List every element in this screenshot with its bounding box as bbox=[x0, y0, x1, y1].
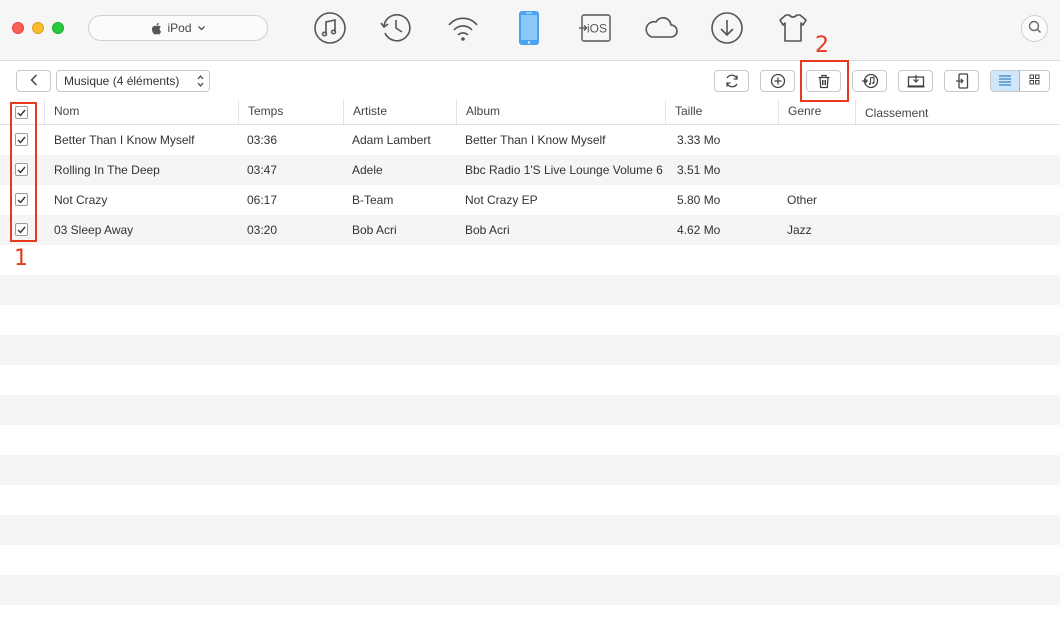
column-header-rank[interactable]: Classement bbox=[855, 100, 1060, 125]
refresh-button[interactable] bbox=[714, 70, 749, 92]
to-computer-icon bbox=[907, 74, 925, 88]
music-note-icon[interactable] bbox=[312, 10, 348, 46]
cell-time: 03:20 bbox=[247, 223, 278, 237]
column-header-size[interactable]: Taille bbox=[665, 100, 778, 125]
empty-row bbox=[0, 305, 1060, 335]
column-header-genre[interactable]: Genre bbox=[778, 100, 855, 125]
annotation-box-checkboxes bbox=[10, 102, 37, 242]
cell-genre: Other bbox=[787, 193, 818, 207]
up-down-arrows-icon bbox=[197, 74, 204, 91]
zoom-window-button[interactable] bbox=[52, 22, 64, 34]
empty-row bbox=[0, 245, 1060, 275]
column-header-name[interactable]: Nom bbox=[44, 100, 238, 125]
cell-genre: Jazz bbox=[787, 223, 812, 237]
history-clock-icon[interactable] bbox=[378, 10, 414, 46]
column-header-time[interactable]: Temps bbox=[238, 100, 343, 125]
to-itunes-icon bbox=[861, 73, 879, 89]
table-row[interactable]: 03 Sleep Away 03:20 Bob Acri Bob Acri 4.… bbox=[0, 215, 1060, 245]
to-computer-button[interactable] bbox=[898, 70, 933, 92]
device-name: iPod bbox=[167, 21, 192, 35]
table-row[interactable]: Not Crazy 06:17 B-Team Not Crazy EP 5.80… bbox=[0, 185, 1060, 215]
to-itunes-button[interactable] bbox=[852, 70, 887, 92]
table-row[interactable]: Better Than I Know Myself 03:36 Adam Lam… bbox=[0, 125, 1060, 155]
cell-size: 3.33 Mo bbox=[677, 133, 721, 147]
minimize-window-button[interactable] bbox=[32, 22, 44, 34]
cell-album: Bbc Radio 1'S Live Lounge Volume 6 bbox=[465, 163, 663, 177]
cell-artist: Adam Lambert bbox=[352, 133, 431, 147]
cloud-icon[interactable] bbox=[643, 10, 679, 46]
add-icon bbox=[770, 73, 786, 89]
annotation-box-delete bbox=[800, 60, 849, 102]
cell-time: 03:47 bbox=[247, 163, 278, 177]
empty-row bbox=[0, 605, 1060, 635]
to-device-button[interactable] bbox=[944, 70, 979, 92]
cell-name: 03 Sleep Away bbox=[54, 223, 134, 237]
empty-row bbox=[0, 335, 1060, 365]
empty-row bbox=[0, 275, 1060, 305]
empty-row bbox=[0, 455, 1060, 485]
view-mode-toggle bbox=[990, 70, 1050, 92]
grid-view-icon bbox=[1029, 74, 1040, 88]
title-bar: iPod iOS bbox=[0, 0, 1060, 61]
search-icon bbox=[1028, 20, 1042, 37]
table-header: Nom Temps Artiste Album Taille Genre Cla… bbox=[0, 100, 1060, 125]
tshirt-icon[interactable] bbox=[775, 10, 811, 46]
empty-row bbox=[0, 425, 1060, 455]
phone-device-icon[interactable] bbox=[511, 10, 547, 46]
grid-view-button[interactable] bbox=[1020, 71, 1049, 91]
empty-row bbox=[0, 545, 1060, 575]
empty-row bbox=[0, 365, 1060, 395]
empty-row bbox=[0, 515, 1060, 545]
cell-size: 4.62 Mo bbox=[677, 223, 721, 237]
annotation-number-1: 1 bbox=[14, 246, 28, 271]
content-toolbar: Musique (4 éléments) bbox=[0, 62, 1060, 100]
cell-genre bbox=[787, 155, 852, 185]
wifi-transfer-icon[interactable] bbox=[445, 10, 481, 46]
cell-size: 3.51 Mo bbox=[677, 163, 721, 177]
cell-time: 03:36 bbox=[247, 133, 278, 147]
chevron-left-icon bbox=[29, 73, 38, 89]
cell-size: 5.80 Mo bbox=[677, 193, 721, 207]
cell-time: 06:17 bbox=[247, 193, 278, 207]
table-row[interactable]: Rolling In The Deep 03:47 Adele Bbc Radi… bbox=[0, 155, 1060, 185]
list-view-icon bbox=[998, 74, 1012, 89]
to-ios-icon[interactable]: iOS bbox=[577, 10, 613, 46]
chevron-down-icon bbox=[197, 25, 206, 31]
refresh-icon bbox=[724, 73, 740, 89]
music-table: Nom Temps Artiste Album Taille Genre Cla… bbox=[0, 100, 1060, 635]
add-button[interactable] bbox=[760, 70, 795, 92]
apple-icon bbox=[150, 22, 162, 35]
empty-row bbox=[0, 395, 1060, 425]
annotation-number-2: 2 bbox=[815, 33, 829, 58]
category-label: Musique (4 éléments) bbox=[64, 74, 180, 88]
cell-album: Better Than I Know Myself bbox=[465, 133, 606, 147]
to-device-icon bbox=[955, 73, 969, 89]
cell-artist: Bob Acri bbox=[352, 223, 397, 237]
category-select[interactable]: Musique (4 éléments) bbox=[56, 70, 210, 92]
cell-artist: Adele bbox=[352, 163, 383, 177]
list-view-button[interactable] bbox=[991, 71, 1021, 91]
cell-name: Not Crazy bbox=[54, 193, 108, 207]
to-ios-label: iOS bbox=[587, 22, 607, 36]
cell-album: Bob Acri bbox=[465, 223, 510, 237]
search-button[interactable] bbox=[1021, 15, 1048, 42]
device-selector[interactable]: iPod bbox=[88, 15, 268, 41]
cell-name: Better Than I Know Myself bbox=[54, 133, 195, 147]
download-icon[interactable] bbox=[709, 10, 745, 46]
empty-row bbox=[0, 485, 1060, 515]
cell-genre bbox=[787, 125, 852, 155]
column-header-album[interactable]: Album bbox=[456, 100, 665, 125]
empty-row bbox=[0, 575, 1060, 605]
cell-artist: B-Team bbox=[352, 193, 394, 207]
close-window-button[interactable] bbox=[12, 22, 24, 34]
cell-name: Rolling In The Deep bbox=[54, 163, 160, 177]
column-header-artist[interactable]: Artiste bbox=[343, 100, 456, 125]
cell-album: Not Crazy EP bbox=[465, 193, 538, 207]
back-button[interactable] bbox=[16, 70, 51, 92]
